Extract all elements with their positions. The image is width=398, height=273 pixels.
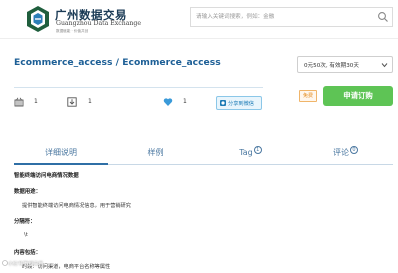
- free-badge: 免费: [299, 90, 317, 102]
- download-icon[interactable]: [67, 97, 77, 107]
- logo-tagline: 数据赋能 · 价值共创: [56, 29, 89, 33]
- usage-label: 数据用途：: [14, 189, 41, 195]
- order-button[interactable]: 申请订购: [323, 86, 393, 106]
- price-plan-value: 0元50次, 有效期30天: [304, 63, 359, 69]
- usage-text: 提供智能终端访问电商情况信息，用于营销研究: [22, 203, 131, 209]
- basket-icon[interactable]: [14, 97, 24, 107]
- product-title: Ecommerce_access / Ecommerce_access: [14, 57, 221, 68]
- search-box: [190, 7, 393, 27]
- content-title: 智能终端访问电商情况数据: [14, 173, 79, 179]
- contains-label: 内容包括：: [14, 250, 41, 256]
- downloads-count: 1: [88, 98, 92, 105]
- gzde-logo-icon[interactable]: [26, 5, 50, 33]
- tab-samples-label: 样例: [147, 148, 164, 157]
- tab-details-label: 详细说明: [45, 148, 77, 157]
- tab-details[interactable]: 详细说明: [14, 143, 108, 163]
- tab-comments-count: 0: [350, 146, 358, 154]
- detail-tabs: 详细说明 样例 Tag 1 评论 0: [14, 143, 393, 163]
- search-input[interactable]: [191, 8, 371, 26]
- tab-tags-label: Tag: [239, 148, 253, 157]
- header-divider: [0, 38, 398, 39]
- search-icon[interactable]: [377, 11, 389, 23]
- chevron-down-icon: [381, 63, 388, 68]
- site-header: 广州数据交易 Guangzhou Data Exchange 数据赋能 · 价值…: [0, 0, 398, 38]
- tab-tags-count: 1: [253, 146, 262, 154]
- likes-count: 1: [183, 98, 187, 105]
- logo-english-name: Guangzhou Data Exchange: [56, 20, 142, 27]
- tab-comments-label: 评论: [333, 148, 349, 157]
- share-wechat-button[interactable]: 分享到微信: [216, 96, 262, 110]
- share-wechat-label: 分享到微信: [228, 101, 254, 107]
- heart-icon[interactable]: [163, 97, 173, 107]
- wechat-icon: [220, 100, 226, 106]
- watermark: 小红书/数据交易: [2, 260, 43, 267]
- watermark-text: 小红书/数据交易: [8, 262, 44, 267]
- category-label: 分隔符：: [14, 219, 36, 225]
- favorites-count: 1: [34, 98, 38, 105]
- price-plan-select[interactable]: 0元50次, 有效期30天: [297, 56, 393, 73]
- tab-tags[interactable]: Tag 1: [203, 143, 298, 163]
- tab-active-indicator: [14, 163, 108, 165]
- tab-comments[interactable]: 评论 0: [298, 143, 393, 163]
- category-value: \t: [24, 232, 28, 238]
- tab-samples[interactable]: 样例: [108, 143, 203, 163]
- title-underline: [14, 87, 263, 88]
